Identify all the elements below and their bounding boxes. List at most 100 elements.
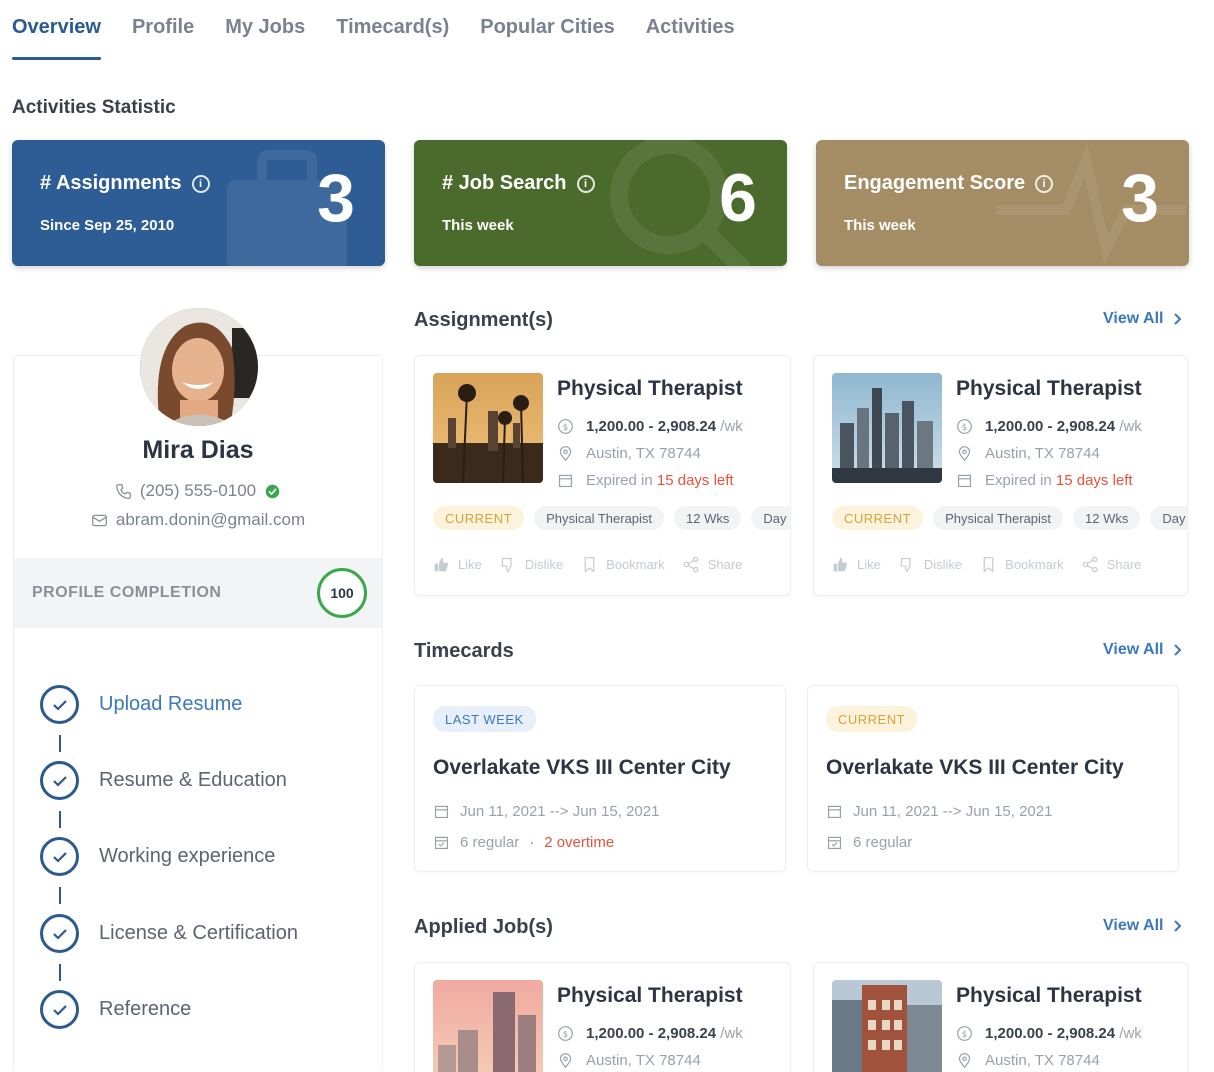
nav-tabs: Overview Profile My Jobs Timecard(s) Pop… xyxy=(12,16,766,60)
step-connector xyxy=(59,735,61,752)
info-icon[interactable]: i xyxy=(1035,174,1054,193)
bookmark-button[interactable]: Bookmark xyxy=(581,556,665,573)
timecard-dates: Jun 11, 2021 --> Jun 15, 2021 xyxy=(460,803,660,820)
timecard-regular: 6 regular xyxy=(460,834,520,851)
share-button[interactable]: Share xyxy=(1082,556,1141,573)
status-badge: CURRENT xyxy=(826,706,918,732)
like-button[interactable]: Like xyxy=(433,556,482,573)
job-pay-row: $1,200.00 - 2,908.24 /wk xyxy=(956,1025,1142,1042)
avatar-portrait xyxy=(140,308,258,426)
timecard-title[interactable]: Overlakate VKS III Center City xyxy=(433,756,731,780)
job-title[interactable]: Physical Therapist xyxy=(557,377,743,401)
timecard-card[interactable]: CURRENT Overlakate VKS III Center City J… xyxy=(807,685,1179,872)
info-icon[interactable]: i xyxy=(191,174,210,193)
job-image xyxy=(832,373,942,483)
job-expiry-row: Expired in 15 days left xyxy=(557,472,734,489)
job-pay-row: $1,200.00 - 2,908.24 /wk xyxy=(956,418,1142,435)
tab-popular-cities[interactable]: Popular Cities xyxy=(480,16,614,60)
applied-job-card[interactable]: Physical Therapist $1,200.00 - 2,908.24 … xyxy=(813,962,1188,1072)
engagement-stat-label: Engagement Score xyxy=(844,172,1026,194)
like-label: Like xyxy=(458,557,482,572)
separator-dot: · xyxy=(529,834,535,851)
chevron-right-icon xyxy=(1174,313,1182,325)
dollar-icon: $ xyxy=(558,419,573,434)
bookmark-button[interactable]: Bookmark xyxy=(980,556,1064,573)
job-pay-unit: /wk xyxy=(720,418,743,435)
assignments-view-all[interactable]: View All xyxy=(1103,310,1182,328)
job-pay-unit: /wk xyxy=(1119,418,1142,435)
timecard-dates-row: Jun 11, 2021 --> Jun 15, 2021 xyxy=(826,803,1052,820)
tab-timecards[interactable]: Timecard(s) xyxy=(336,16,449,60)
applied-jobs-title: Applied Job(s) xyxy=(414,916,553,938)
job-title[interactable]: Physical Therapist xyxy=(956,377,1142,401)
job-location: Austin, TX 78744 xyxy=(985,445,1100,462)
assignments-stat-sub: Since Sep 25, 2010 xyxy=(40,217,175,234)
job-pay-row: $1,200.00 - 2,908.24 /wk xyxy=(557,418,743,435)
thumbs-up-icon xyxy=(833,557,847,572)
check-circle-icon xyxy=(40,914,79,953)
dislike-label: Dislike xyxy=(524,557,564,572)
info-icon[interactable]: i xyxy=(576,174,595,193)
job-tags: CURRENT Physical Therapist 12 Wks Day xyxy=(832,506,1187,530)
bookmark-icon xyxy=(983,557,994,573)
assignments-title: Assignment(s) xyxy=(414,309,553,331)
mail-icon xyxy=(91,514,107,526)
applied-job-card[interactable]: Physical Therapist $1,200.00 - 2,908.24 … xyxy=(414,962,791,1072)
status-badge: LAST WEEK xyxy=(433,706,536,732)
tag-chip: 12 Wks xyxy=(1073,506,1141,530)
assignments-stat-label: # Assignments xyxy=(40,172,182,194)
step-working-experience[interactable]: Working experience xyxy=(40,837,275,876)
assignment-card[interactable]: Physical Therapist $1,200.00 - 2,908.24 … xyxy=(414,355,791,596)
timecard-dates: Jun 11, 2021 --> Jun 15, 2021 xyxy=(853,803,1053,820)
job-search-stat-card: # Job Search i This week 6 xyxy=(414,140,787,266)
job-tags: CURRENT Physical Therapist 12 Wks Day xyxy=(433,506,790,530)
profile-name: Mira Dias xyxy=(142,436,254,464)
like-button[interactable]: Like xyxy=(832,556,881,573)
job-image xyxy=(433,980,543,1072)
chevron-right-icon xyxy=(1174,644,1182,656)
profile-email-row: abram.donin@gmail.com xyxy=(13,510,383,530)
profile-phone[interactable]: (205) 555-0100 xyxy=(140,481,256,501)
profile-completion-ring: 100 xyxy=(317,568,367,618)
step-license-certification[interactable]: License & Certification xyxy=(40,914,298,953)
profile-email[interactable]: abram.donin@gmail.com xyxy=(116,510,305,530)
calendar-icon xyxy=(558,474,573,488)
job-expiry-prefix: Expired in xyxy=(985,472,1052,489)
job-title[interactable]: Physical Therapist xyxy=(557,984,743,1008)
step-upload-resume[interactable]: Upload Resume xyxy=(40,685,242,724)
tag-chip: Physical Therapist xyxy=(534,506,665,530)
timecards-title: Timecards xyxy=(414,640,514,662)
job-search-stat-label: # Job Search xyxy=(442,172,567,194)
job-expiry-row: Expired in 15 days left xyxy=(956,472,1133,489)
calendar-icon xyxy=(827,805,842,819)
job-pay-row: $1,200.00 - 2,908.24 /wk xyxy=(557,1025,743,1042)
share-button[interactable]: Share xyxy=(683,556,742,573)
location-pin-icon xyxy=(559,446,572,462)
timecard-title[interactable]: Overlakate VKS III Center City xyxy=(826,756,1124,780)
timecard-card[interactable]: LAST WEEK Overlakate VKS III Center City… xyxy=(414,685,786,872)
svg-text:$: $ xyxy=(962,1030,967,1040)
chevron-right-icon xyxy=(1174,920,1182,932)
job-title[interactable]: Physical Therapist xyxy=(956,984,1142,1008)
tab-activities[interactable]: Activities xyxy=(646,16,735,60)
profile-phone-row: (205) 555-0100 xyxy=(13,481,383,501)
tab-my-jobs[interactable]: My Jobs xyxy=(225,16,305,60)
tab-profile[interactable]: Profile xyxy=(132,16,194,60)
dislike-button[interactable]: Dislike xyxy=(500,556,563,573)
applied-view-all[interactable]: View All xyxy=(1103,917,1182,935)
dislike-button[interactable]: Dislike xyxy=(899,556,962,573)
thumbs-down-icon xyxy=(900,557,911,572)
step-reference[interactable]: Reference xyxy=(40,990,191,1029)
job-location-row: Austin, TX 78744 xyxy=(557,445,701,462)
profile-completion-label: PROFILE COMPLETION xyxy=(32,584,222,601)
timecards-view-all[interactable]: View All xyxy=(1103,641,1182,659)
assignment-card[interactable]: Physical Therapist $1,200.00 - 2,908.24 … xyxy=(813,355,1188,596)
step-resume-education[interactable]: Resume & Education xyxy=(40,761,287,800)
svg-text:$: $ xyxy=(563,1030,568,1040)
job-location: Austin, TX 78744 xyxy=(586,1052,701,1069)
bookmark-icon xyxy=(584,557,595,573)
calendar-icon xyxy=(957,474,972,488)
tag-chip: Physical Therapist xyxy=(933,506,1064,530)
step-label: License & Certification xyxy=(99,922,298,944)
tab-overview[interactable]: Overview xyxy=(12,16,101,60)
